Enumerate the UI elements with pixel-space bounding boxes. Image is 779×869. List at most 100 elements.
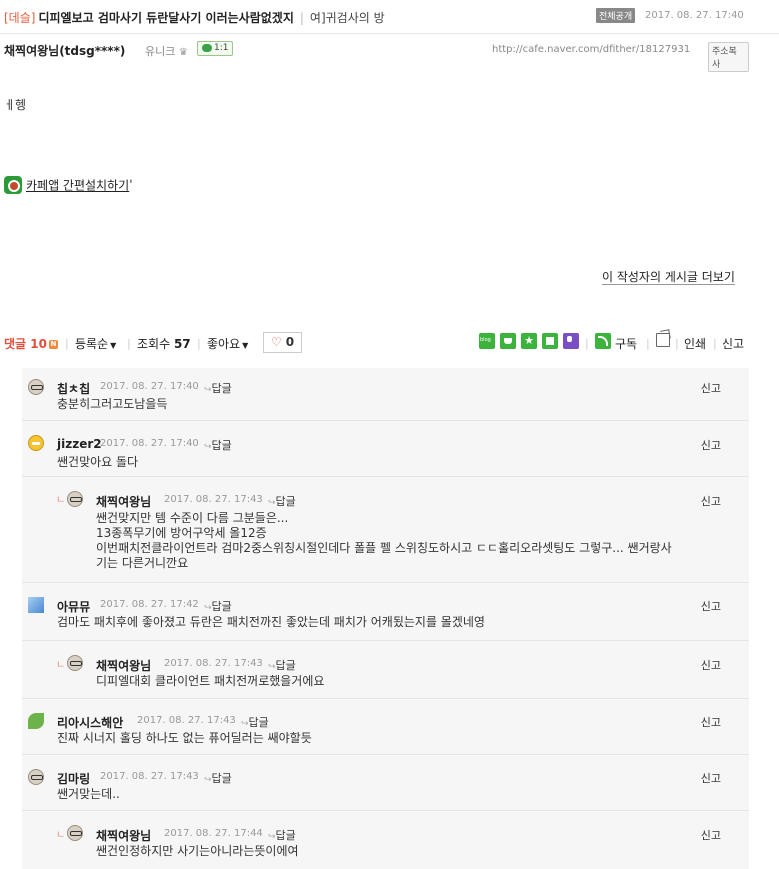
board-name[interactable]: 여]귀검사의 방 xyxy=(310,11,385,25)
report-comment-button[interactable]: 신고 xyxy=(701,437,721,453)
post-url[interactable]: http://cafe.naver.com/dfither/18127931 xyxy=(492,44,690,55)
subscribe-button[interactable]: 구독 xyxy=(615,335,637,352)
more-posts-link[interactable]: 이 작성자의 게시글 더보기 xyxy=(602,270,735,285)
leaf-avatar-icon[interactable] xyxy=(28,713,44,729)
reply-button[interactable]: ↪답글 xyxy=(241,714,269,730)
comment-nickname[interactable]: 칩ㅊ칩 xyxy=(57,380,90,397)
reply-indent-mark: ㄴ xyxy=(56,660,66,671)
reply-arrow-icon: ↪ xyxy=(241,719,249,729)
share-cafe-icon[interactable] xyxy=(500,333,516,349)
reply-button[interactable]: ↪답글 xyxy=(268,657,296,673)
yellow-face-avatar-icon[interactable] xyxy=(28,435,44,451)
reply-label: 답글 xyxy=(275,829,296,842)
print-button[interactable]: 인쇄 xyxy=(684,335,706,352)
reply-arrow-icon: ↪ xyxy=(204,775,212,785)
comment-nickname[interactable]: 아뮤뮤 xyxy=(57,598,90,615)
glasses-avatar-icon[interactable] xyxy=(67,825,83,841)
reply-arrow-icon: ↪ xyxy=(204,385,212,395)
post-title: 디피엘보고 검마사기 듀란달사기 이러는사람없겠지 xyxy=(38,11,294,25)
comment-date: 2017. 08. 27. 17:42 xyxy=(100,599,199,610)
public-badge: 전체공개 xyxy=(596,8,636,23)
reply-arrow-icon: ↪ xyxy=(204,603,212,613)
title-row: [데슬] 디피엘보고 검마사기 듀란달사기 이러는사람없겠지 | 여]귀검사의 방 xyxy=(4,9,385,26)
comment-nickname[interactable]: jizzer2 xyxy=(57,437,102,451)
app-install-link[interactable]: 카페앱 간편설치하기 xyxy=(26,179,129,193)
sky-avatar-icon[interactable] xyxy=(28,597,44,613)
reply-indent-mark: ㄴ xyxy=(56,830,66,841)
share-pin-icon[interactable] xyxy=(563,333,579,349)
reply-item: ㄴ 채찍여왕님 2017. 08. 27. 17:43 ↪답글 신고 쌘건맞지만… xyxy=(22,476,749,582)
comment-date: 2017. 08. 27. 17:43 xyxy=(164,494,263,505)
post-category[interactable]: [데슬] xyxy=(4,11,35,25)
caret-down-icon: ▼ xyxy=(242,341,249,350)
comment-list: 칩ㅊ칩 2017. 08. 27. 17:40 ↪답글 신고 충분히그러고도남을… xyxy=(22,368,749,869)
comment-date: 2017. 08. 27. 17:43 xyxy=(100,771,199,782)
glasses-avatar-icon[interactable] xyxy=(67,491,83,507)
report-comment-button[interactable]: 신고 xyxy=(701,827,721,843)
comment-text: 쌘거맞는데.. xyxy=(57,787,120,801)
glasses-avatar-icon[interactable] xyxy=(28,379,44,395)
comment-nickname[interactable]: 리아시스해안 xyxy=(57,714,123,731)
reply-arrow-icon: ↪ xyxy=(268,498,276,508)
report-comment-button[interactable]: 신고 xyxy=(701,657,721,673)
toolbar-divider: | xyxy=(127,337,131,350)
comment-text: 충분히그러고도남을득 xyxy=(57,397,168,411)
reply-button[interactable]: ↪답글 xyxy=(204,770,232,786)
comment-count-label: 댓글 xyxy=(4,337,27,351)
author-row: 채찍여왕님(tdsg****) 유니크 ♛ 1:1 http://cafe.na… xyxy=(4,40,749,72)
post-body: ㅔ헹 xyxy=(4,98,27,112)
toolbar-divider: | xyxy=(65,337,69,350)
share-icon[interactable] xyxy=(656,333,670,347)
comment-nickname[interactable]: 채찍여왕님 xyxy=(96,657,151,674)
chat-button[interactable]: 1:1 xyxy=(197,41,234,56)
comment-nickname[interactable]: 김마링 xyxy=(57,770,90,787)
toolbar-divider: | xyxy=(713,337,717,350)
like-dropdown[interactable]: 좋아요 ▼ xyxy=(207,335,248,352)
comment-nickname[interactable]: 채찍여왕님 xyxy=(96,827,151,844)
report-comment-button[interactable]: 신고 xyxy=(701,493,721,509)
comment-date: 2017. 08. 27. 17:40 xyxy=(100,438,199,449)
glasses-avatar-icon[interactable] xyxy=(67,655,83,671)
comment-nickname[interactable]: 채찍여왕님 xyxy=(96,493,151,510)
post-header: [데슬] 디피엘보고 검마사기 듀란달사기 이러는사람없겠지 | 여]귀검사의 방 전… xyxy=(0,0,779,34)
comment-text: 진짜 시너지 홀딩 하나도 없는 퓨어딜러는 쌔야할듯 xyxy=(57,731,312,745)
reply-arrow-icon: ↪ xyxy=(268,832,276,842)
report-comment-button[interactable]: 신고 xyxy=(701,714,721,730)
reply-button[interactable]: ↪답글 xyxy=(204,598,232,614)
share-blog-icon[interactable] xyxy=(479,333,495,349)
reply-button[interactable]: ↪답글 xyxy=(268,827,296,843)
glasses-avatar-icon[interactable] xyxy=(28,769,44,785)
share-memo-icon[interactable] xyxy=(542,333,558,349)
report-comment-button[interactable]: 신고 xyxy=(701,380,721,396)
comment-date: 2017. 08. 27. 17:43 xyxy=(164,658,263,669)
app-link-suffix: ' xyxy=(129,177,133,192)
app-install-row: 카페앱 간편설치하기' xyxy=(4,176,133,194)
comment-date: 2017. 08. 27. 17:44 xyxy=(164,828,263,839)
rss-icon[interactable] xyxy=(595,333,611,349)
reply-item: ㄴ 채찍여왕님 2017. 08. 27. 17:43 ↪답글 신고 디피엘대회… xyxy=(22,640,749,698)
heart-icon: ♡ xyxy=(270,335,282,349)
comment-item: 아뮤뮤 2017. 08. 27. 17:42 ↪답글 신고 검마도 패치후에 … xyxy=(22,582,749,640)
reply-button[interactable]: ↪답글 xyxy=(204,437,232,453)
like-button[interactable]: ♡ 0 xyxy=(263,332,302,353)
crown-icon: ♛ xyxy=(178,47,188,58)
chat-label: 1:1 xyxy=(214,43,229,53)
comment-text: 쌘건인정하지만 사기는아니라는뜻이에여 xyxy=(96,844,299,858)
cafe-app-icon[interactable] xyxy=(4,176,22,194)
sort-dropdown[interactable]: 등록순 ▼ xyxy=(75,335,116,352)
comment-date: 2017. 08. 27. 17:43 xyxy=(137,715,236,726)
reply-button[interactable]: ↪답글 xyxy=(268,493,296,509)
author-name[interactable]: 채찍여왕님(tdsg****) xyxy=(4,42,125,59)
reply-label: 답글 xyxy=(211,439,232,452)
comment-date: 2017. 08. 27. 17:40 xyxy=(100,381,199,392)
reply-button[interactable]: ↪답글 xyxy=(204,380,232,396)
share-bookmark-icon[interactable]: ★ xyxy=(521,333,537,349)
report-post-button[interactable]: 신고 xyxy=(722,335,744,352)
report-comment-button[interactable]: 신고 xyxy=(701,770,721,786)
copy-url-button[interactable]: 주소복사 xyxy=(708,42,749,72)
comment-item: 칩ㅊ칩 2017. 08. 27. 17:40 ↪답글 신고 충분히그러고도남을… xyxy=(22,368,749,420)
reply-arrow-icon: ↪ xyxy=(204,442,212,452)
comment-item: jizzer2 2017. 08. 27. 17:40 ↪답글 신고 쌘건맞아요… xyxy=(22,420,749,476)
comment-count[interactable]: 댓글 10 N xyxy=(4,335,58,352)
report-comment-button[interactable]: 신고 xyxy=(701,598,721,614)
